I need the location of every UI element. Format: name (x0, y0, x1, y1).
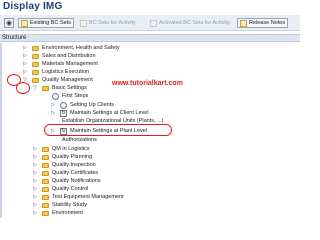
bc-set-icon (150, 19, 157, 27)
tree-node-label: Quality Control (52, 186, 89, 192)
tree-node-label: Establish Organizational Units (Plants, … (62, 118, 164, 124)
tree-node-label: First Steps (62, 93, 89, 99)
application-toolbar: ◉ Existing BC Sets BC Sets for Activity … (0, 15, 300, 31)
tree-node-label: Test Equipment Management (52, 194, 124, 200)
tree-node-label: Materials Management (42, 61, 98, 67)
tree-node-test-equipment[interactable]: ▷ Test Equipment Management (32, 193, 124, 201)
expand-arrow-icon[interactable]: ▷ (32, 170, 38, 176)
expand-arrow-icon[interactable]: ▷ (32, 202, 38, 208)
folder-icon (32, 45, 39, 51)
folder-icon (42, 170, 49, 176)
tree-node-stability-study[interactable]: ▷ Stability Study (32, 201, 87, 209)
tree-node-label: Maintain Settings at Plant Level (70, 128, 148, 134)
tree-node-sd[interactable]: ▷ Sales and Distribution (22, 52, 96, 60)
tree-node-environment[interactable]: ▷ Environment (32, 209, 83, 217)
expand-arrow-icon[interactable]: ▷ (22, 45, 28, 51)
folder-icon (32, 53, 39, 59)
tree-node-mm[interactable]: ▷ Materials Management (22, 60, 98, 68)
tree-node-label: Maintain Settings at Client Level (70, 110, 149, 116)
title-bar: Display IMG (0, 0, 300, 15)
documentation-icon (60, 101, 67, 109)
tree-node-label: Quality Management (42, 77, 93, 83)
collapse-arrow-icon[interactable]: ▽ (32, 85, 38, 91)
display-glasses-icon[interactable]: ◉ (4, 18, 14, 28)
expand-arrow-icon[interactable]: ▷ (22, 69, 28, 75)
tree-node-qm[interactable]: ▽ Quality Management (22, 76, 93, 84)
tree-node-quality-notifications[interactable]: ▷ Quality Notifications (32, 177, 101, 185)
tree-node-quality-inspection[interactable]: ▷ Quality Inspection (32, 161, 96, 169)
tree-node-label: Basic Settings (52, 85, 87, 91)
expand-arrow-icon[interactable]: ▷ (50, 128, 56, 134)
bc-set-icon (80, 19, 87, 27)
activated-bc-sets-button[interactable]: Activated BC Sets for Activity (150, 18, 230, 28)
folder-icon (42, 162, 49, 168)
folder-icon (42, 210, 49, 216)
expand-arrow-icon[interactable]: ▷ (32, 194, 38, 200)
tree-node-label: Setting Up Clients (70, 102, 115, 108)
expand-arrow-icon[interactable]: ▷ (50, 102, 56, 108)
tree-node-label: Logistics Execution (42, 69, 90, 75)
documentation-icon (52, 92, 59, 100)
folder-icon (42, 146, 49, 152)
folder-icon (42, 85, 49, 91)
tree-node-qm-logistics[interactable]: ▷ QM in Logistics (32, 145, 90, 153)
bc-sets-for-activity-label: BC Sets for Activity (89, 20, 136, 26)
expand-arrow-icon[interactable]: ▷ (32, 162, 38, 168)
folder-icon (32, 77, 39, 83)
tree-node-ehs[interactable]: ▷ Environment, Health and Safety (22, 44, 120, 52)
tree-node-org-units[interactable]: Establish Organizational Units (Plants, … (62, 117, 164, 125)
release-notes-icon (240, 19, 247, 27)
folder-icon (42, 186, 49, 192)
folder-icon (32, 61, 39, 67)
execute-activity-icon[interactable]: ↻ (60, 109, 67, 117)
tree-node-label: Environment, Health and Safety (42, 45, 120, 51)
expand-arrow-icon[interactable]: ▷ (32, 210, 38, 216)
tree-node-label: Environment (52, 210, 83, 216)
expand-arrow-icon[interactable]: ▷ (50, 110, 56, 116)
collapse-arrow-icon[interactable]: ▽ (22, 77, 28, 83)
activated-bc-sets-label: Activated BC Sets for Activity (159, 20, 230, 26)
folder-icon (42, 194, 49, 200)
tree-node-client-level[interactable]: ▷ ↻ Maintain Settings at Client Level (50, 109, 149, 117)
expand-arrow-icon[interactable]: ▷ (32, 186, 38, 192)
expand-arrow-icon[interactable]: ▷ (32, 178, 38, 184)
folder-icon (42, 178, 49, 184)
tree-node-label: Quality Certificates (52, 170, 99, 176)
execute-activity-icon[interactable]: ↻ (60, 127, 67, 135)
expand-arrow-icon[interactable]: ▷ (32, 146, 38, 152)
release-notes-button[interactable]: Release Notes (237, 18, 289, 28)
tree-node-plant-level[interactable]: ▷ ↻ Maintain Settings at Plant Level (50, 127, 147, 135)
img-tree[interactable]: ▷ Environment, Health and Safety ▷ Sales… (0, 43, 300, 218)
tree-node-quality-control[interactable]: ▷ Quality Control (32, 185, 88, 193)
expand-arrow-icon[interactable]: ▷ (22, 53, 28, 59)
window-title: Display IMG (3, 1, 63, 12)
tree-node-label: Quality Notifications (52, 178, 101, 184)
expand-arrow-icon[interactable]: ▷ (32, 154, 38, 160)
structure-header-label: Structure (2, 35, 27, 41)
structure-header: Structure (0, 34, 300, 42)
expand-arrow-icon[interactable]: ▷ (22, 61, 28, 67)
tree-node-label: Quality Planning (52, 154, 93, 160)
tree-node-label: Authorizations (62, 137, 97, 143)
existing-bc-sets-label: Existing BC Sets (30, 20, 71, 26)
tree-node-first-steps[interactable]: First Steps (52, 92, 88, 100)
tree-node-quality-certificates[interactable]: ▷ Quality Certificates (32, 169, 98, 177)
bc-sets-for-activity-button[interactable]: BC Sets for Activity (80, 18, 136, 28)
tree-node-label: QM in Logistics (52, 146, 90, 152)
tree-node-authorizations[interactable]: Authorizations (62, 136, 97, 144)
tree-node-le[interactable]: ▷ Logistics Execution (22, 68, 89, 76)
tree-node-label: Stability Study (52, 202, 87, 208)
watermark-text: www.tutorialkart.com (112, 80, 183, 87)
release-notes-label: Release Notes (249, 20, 286, 26)
tree-node-quality-planning[interactable]: ▷ Quality Planning (32, 153, 92, 161)
existing-bc-sets-button[interactable]: Existing BC Sets (18, 18, 74, 28)
folder-icon (42, 202, 49, 208)
folder-icon (32, 69, 39, 75)
tree-node-basic-settings[interactable]: ▽ Basic Settings (32, 84, 87, 92)
bc-set-icon (21, 19, 28, 27)
tree-node-label: Quality Inspection (52, 162, 96, 168)
tree-node-setting-up-clients[interactable]: ▷ Setting Up Clients (50, 101, 114, 109)
folder-icon (42, 154, 49, 160)
tree-node-label: Sales and Distribution (42, 53, 96, 59)
